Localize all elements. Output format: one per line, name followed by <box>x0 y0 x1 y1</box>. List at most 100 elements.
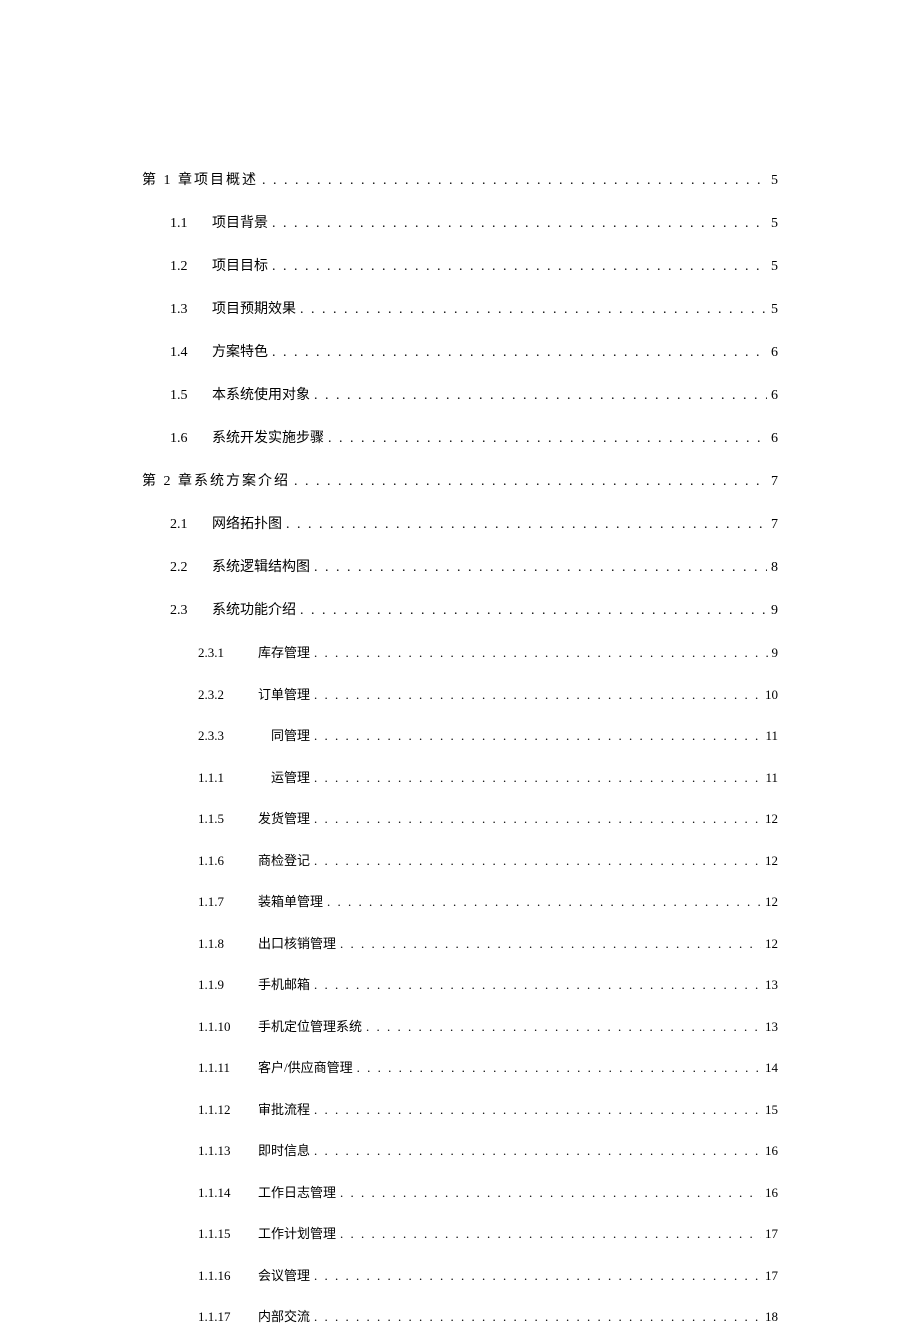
toc-title: 项目背景 <box>212 213 268 234</box>
toc-leader-dots <box>314 643 767 663</box>
toc-leader-dots <box>300 600 767 621</box>
toc-page-number: 12 <box>761 851 778 871</box>
toc-leader-dots <box>272 342 767 363</box>
toc-number: 2.3.3 <box>198 726 258 746</box>
toc-number: 1.1.16 <box>198 1266 258 1286</box>
toc-entry[interactable]: 1.1项目背景5 <box>142 213 778 234</box>
toc-leader-dots <box>300 299 767 320</box>
toc-entry[interactable]: 1.6系统开发实施步骤6 <box>142 428 778 449</box>
toc-entry[interactable]: 1.1.14工作日志管理16 <box>142 1183 778 1203</box>
toc-title: 项目目标 <box>212 256 268 277</box>
toc-page-number: 7 <box>767 514 778 535</box>
toc-title: 客户/供应商管理 <box>258 1058 353 1078</box>
toc-page-number: 9 <box>767 600 778 621</box>
toc-page-number: 12 <box>761 809 778 829</box>
toc-leader-dots <box>294 471 767 492</box>
toc-entry[interactable]: 1.2项目目标 5 <box>142 256 778 277</box>
toc-leader-dots <box>314 1307 761 1327</box>
toc-number: 1.1.10 <box>198 1017 258 1037</box>
table-of-contents: 第 1 章项目概述5 1.1项目背景5 1.2项目目标 5 1.3项目预期效果5 1.4方… <box>142 170 778 1327</box>
toc-title: 系统开发实施步骤 <box>212 428 324 449</box>
toc-leader-dots <box>314 726 761 746</box>
toc-number: 1.3 <box>170 299 212 320</box>
toc-entry[interactable]: 1.1.5发货管理12 <box>142 809 778 829</box>
toc-title: 项目预期效果 <box>212 299 296 320</box>
toc-page-number: 8 <box>767 557 778 578</box>
toc-number: 1.1.7 <box>198 892 258 912</box>
toc-number: 1.1.15 <box>198 1224 258 1244</box>
toc-title: 手机邮箱 <box>258 975 310 995</box>
toc-title: 审批流程 <box>258 1100 310 1120</box>
toc-page-number: 11 <box>761 768 778 788</box>
toc-title: 出口核销管理 <box>258 934 336 954</box>
toc-title: 订单管理 <box>258 685 310 705</box>
toc-leader-dots <box>314 1100 761 1120</box>
toc-leader-dots <box>366 1017 761 1037</box>
toc-title: 手机定位管理系统 <box>258 1017 362 1037</box>
toc-entry[interactable]: 2.2系统逻辑结构图8 <box>142 557 778 578</box>
toc-page-number: 12 <box>761 934 778 954</box>
toc-title: 本系统使用对象 <box>212 385 310 406</box>
toc-page-number: 11 <box>761 726 778 746</box>
toc-number: 1.4 <box>170 342 212 363</box>
toc-number: 1.1.11 <box>198 1058 258 1078</box>
toc-entry[interactable]: 1.3项目预期效果5 <box>142 299 778 320</box>
toc-title: 工作计划管理 <box>258 1224 336 1244</box>
toc-entry[interactable]: 2.3系统功能介绍9 <box>142 600 778 621</box>
toc-number: 1.1 <box>170 213 212 234</box>
toc-entry[interactable]: 1.4方案特色6 <box>142 342 778 363</box>
toc-title: 发货管理 <box>258 809 310 829</box>
toc-entry[interactable]: 1.1.15工作计划管理 17 <box>142 1224 778 1244</box>
toc-title: 工作日志管理 <box>258 1183 336 1203</box>
toc-leader-dots <box>272 256 767 277</box>
toc-number: 1.1.12 <box>198 1100 258 1120</box>
toc-title: 即时信息 <box>258 1141 310 1161</box>
toc-title: 第 2 章系统方案介绍 <box>142 471 290 492</box>
toc-page-number: 6 <box>767 428 778 449</box>
toc-leader-dots <box>314 385 767 406</box>
toc-entry[interactable]: 2.1网络拓扑图7 <box>142 514 778 535</box>
toc-entry[interactable]: 1.1.10手机定位管理系统13 <box>142 1017 778 1037</box>
toc-entry[interactable]: 1.1.7装箱单管理12 <box>142 892 778 912</box>
toc-leader-dots <box>357 1058 761 1078</box>
toc-entry[interactable]: 2.3.3 同管理 11 <box>142 726 778 746</box>
toc-title: 方案特色 <box>212 342 268 363</box>
toc-number: 1.2 <box>170 256 212 277</box>
toc-page-number: 5 <box>767 256 778 277</box>
toc-number: 1.1.1 <box>198 768 258 788</box>
toc-leader-dots <box>286 514 767 535</box>
toc-entry[interactable]: 第 1 章项目概述5 <box>142 170 778 191</box>
toc-page-number: 12 <box>761 892 778 912</box>
toc-entry[interactable]: 1.1.6商检登记12 <box>142 851 778 871</box>
toc-page-number: 13 <box>761 975 778 995</box>
toc-number: 1.1.13 <box>198 1141 258 1161</box>
toc-page-number: 17 <box>761 1224 778 1244</box>
toc-leader-dots <box>314 1141 761 1161</box>
toc-entry[interactable]: 1.1.11客户/供应商管理14 <box>142 1058 778 1078</box>
toc-leader-dots <box>314 768 761 788</box>
toc-entry[interactable]: 1.5本系统使用对象6 <box>142 385 778 406</box>
toc-number: 1.1.6 <box>198 851 258 871</box>
toc-number: 1.5 <box>170 385 212 406</box>
toc-leader-dots <box>314 557 767 578</box>
toc-entry[interactable]: 1.1.8出口核销管理12 <box>142 934 778 954</box>
toc-entry[interactable]: 1.1.16会议管理17 <box>142 1266 778 1286</box>
toc-leader-dots <box>314 809 761 829</box>
toc-leader-dots <box>262 170 767 191</box>
toc-leader-dots <box>314 685 761 705</box>
toc-entry[interactable]: 2.3.2订单管理10 <box>142 685 778 705</box>
toc-entry[interactable]: 1.1.12审批流程 15 <box>142 1100 778 1120</box>
toc-entry[interactable]: 1.1.13即时信息16 <box>142 1141 778 1161</box>
toc-page-number: 15 <box>761 1100 778 1120</box>
toc-entry[interactable]: 1.1.1 运管理11 <box>142 768 778 788</box>
toc-title: 同管理 <box>258 726 310 746</box>
toc-leader-dots <box>272 213 767 234</box>
toc-entry[interactable]: 1.1.17内部交流18 <box>142 1307 778 1327</box>
toc-entry[interactable]: 1.1.9手机邮箱13 <box>142 975 778 995</box>
toc-entry[interactable]: 第 2 章系统方案介绍 7 <box>142 471 778 492</box>
toc-leader-dots <box>314 975 761 995</box>
toc-number: 2.3.1 <box>198 643 258 663</box>
toc-page-number: 7 <box>767 471 778 492</box>
toc-number: 1.1.17 <box>198 1307 258 1327</box>
toc-entry[interactable]: 2.3.1库存管理9 <box>142 643 778 663</box>
